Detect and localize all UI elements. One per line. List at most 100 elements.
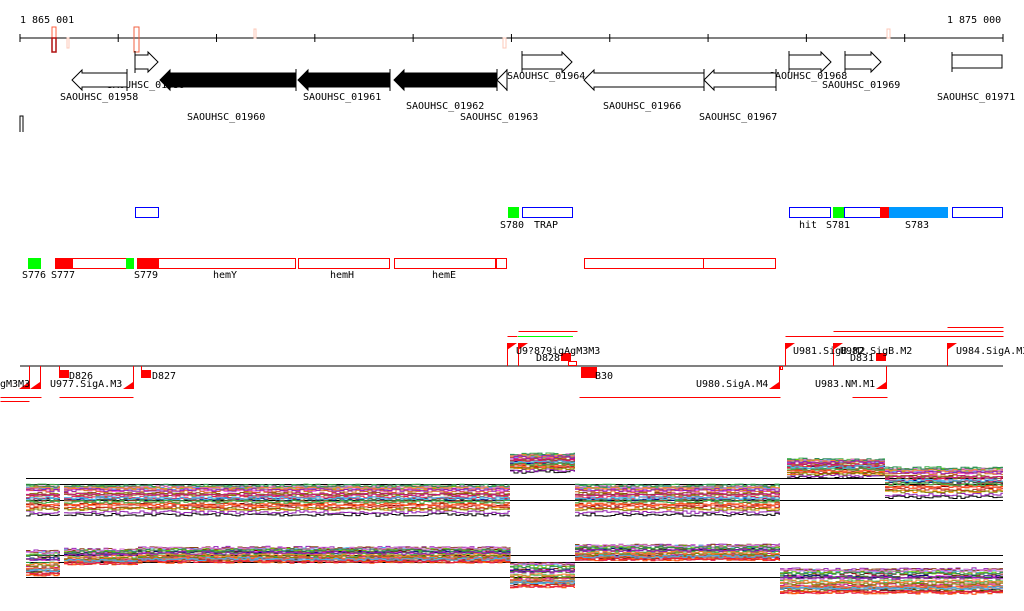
regulatory-label: U977.SigA.M3 — [50, 379, 122, 390]
reverse-arrow-icon[interactable] — [583, 68, 705, 92]
site-box[interactable] — [568, 361, 577, 366]
reverse-arrow-icon[interactable] — [703, 68, 777, 92]
gene-label: SAOUHSC_01958 — [60, 92, 138, 103]
regulatory-label: U983.NM.M1 — [815, 379, 875, 390]
feature-S779[interactable] — [137, 258, 159, 269]
regulatory-label: D827 — [152, 371, 176, 382]
expression-tracks — [26, 452, 1003, 595]
probe-marker[interactable] — [51, 26, 57, 39]
flag-icon[interactable] — [769, 382, 779, 389]
feature-box[interactable] — [496, 258, 507, 269]
feature-label: TRAP — [534, 220, 558, 231]
feature-box[interactable] — [703, 258, 776, 269]
feature-hemH[interactable] — [298, 258, 390, 269]
feature-box[interactable] — [844, 207, 881, 218]
expression-line — [575, 510, 780, 515]
gene-SAOUHSC_01959[interactable] — [134, 50, 159, 74]
probe-marker[interactable] — [502, 37, 507, 49]
block-D827[interactable] — [141, 370, 151, 378]
forward-arrow-icon[interactable] — [844, 50, 882, 74]
gene-label: SAOUHSC_01960 — [187, 112, 265, 123]
feature-box[interactable] — [126, 258, 134, 269]
regulatory-label: U984.SigA.M3 — [956, 346, 1024, 357]
gene-SAOUHSC_01964[interactable] — [521, 50, 573, 74]
feature-S776[interactable] — [28, 258, 41, 269]
probe-marker[interactable] — [886, 28, 891, 39]
feature-box[interactable] — [952, 207, 1003, 218]
genome-browser-view: 1 865 001 1 875 000 SAOUHSC_01958SAOUHSC… — [0, 15, 1024, 595]
regulatory-label: gM3M3 — [0, 379, 30, 390]
feature-S781[interactable] — [833, 207, 844, 218]
gene-label: SAOUHSC_01964 — [507, 71, 585, 82]
gene-SAOUHSC_01963[interactable] — [496, 68, 508, 92]
gene-SAOUHSC_01968[interactable] — [788, 50, 832, 74]
expression-line — [575, 512, 780, 517]
block-D826[interactable] — [59, 370, 69, 378]
probe-marker[interactable] — [51, 37, 57, 53]
flag-icon[interactable] — [123, 382, 133, 389]
probe-marker[interactable] — [66, 37, 70, 49]
feature-S780[interactable] — [508, 207, 519, 218]
expression-line — [26, 513, 60, 517]
reverse-arrow-icon[interactable] — [71, 68, 128, 92]
expression-track-2 — [26, 543, 1003, 595]
expression-line — [26, 510, 60, 514]
feature-label: S779 — [134, 270, 158, 281]
gene-label: SAOUHSC_01971 — [937, 92, 1015, 103]
bracket-marker — [19, 115, 24, 132]
regulatory-label: B30 — [595, 371, 613, 382]
gene-SAOUHSC_01971[interactable] — [951, 52, 1003, 72]
feature-label: hemE — [432, 270, 456, 281]
feature-box[interactable] — [135, 207, 159, 218]
gene-label: SAOUHSC_01963 — [460, 112, 538, 123]
reverse-arrow-icon[interactable] — [297, 68, 391, 92]
feature-box[interactable] — [55, 258, 73, 269]
regulatory-label: D831 — [850, 353, 874, 364]
feature-box[interactable] — [880, 207, 889, 218]
feature-TRAP[interactable] — [522, 207, 573, 218]
forward-arrow-icon[interactable] — [134, 50, 159, 74]
feature-label: S780 — [500, 220, 524, 231]
feature-hemE[interactable] — [394, 258, 496, 269]
feature-label: S776 — [22, 270, 46, 281]
gene-label: SAOUHSC_01969 — [822, 80, 900, 91]
forward-arrow-icon[interactable] — [521, 50, 573, 74]
gene-SAOUHSC_01966[interactable] — [583, 68, 705, 92]
gene-SAOUHSC_01967[interactable] — [703, 68, 777, 92]
feature-label: hemY — [213, 270, 237, 281]
gene-label: SAOUHSC_01962 — [406, 101, 484, 112]
regulatory-track: U9?879igAgM3M3D828U981.SigB.M2U982.SigB.… — [0, 327, 1024, 402]
feature-label: S777 — [51, 270, 75, 281]
feature-label: hit — [799, 220, 817, 231]
probe-marker[interactable] — [133, 26, 140, 53]
regulatory-label: U980.SigA.M4 — [696, 379, 768, 390]
reverse-arrow-icon[interactable] — [393, 68, 498, 92]
feature-box[interactable] — [584, 258, 704, 269]
probe-marker[interactable] — [253, 28, 257, 39]
gene-label: SAOUHSC_01966 — [603, 101, 681, 112]
gene-label: SAOUHSC_01967 — [699, 112, 777, 123]
feature-tracks: S780 TRAP hit S781 S783 S776 S777 S779 hemY hemH h… — [22, 207, 1003, 281]
gene-label: SAOUHSC_01961 — [303, 92, 381, 103]
gene-track: SAOUHSC_01958SAOUHSC_01959SAOUHSC_01960S… — [60, 50, 1015, 123]
flag-icon[interactable] — [30, 382, 40, 389]
expression-track-1 — [26, 452, 1003, 517]
feature-S783[interactable] — [889, 207, 948, 218]
axis-start-label: 1 865 001 — [20, 15, 74, 26]
gene-box[interactable] — [951, 54, 1003, 69]
flag-icon[interactable] — [876, 382, 886, 389]
reverse-arrow-icon[interactable] — [496, 68, 508, 92]
feature-hemY[interactable] — [137, 258, 296, 269]
reverse-arrow-icon[interactable] — [159, 68, 297, 92]
gene-SAOUHSC_01962[interactable] — [393, 68, 498, 92]
gene-SAOUHSC_01961[interactable] — [297, 68, 391, 92]
feature-label: S783 — [905, 220, 929, 231]
axis-end-label: 1 875 000 — [947, 15, 1001, 26]
regulatory-label: D828 — [536, 353, 560, 364]
site-box[interactable] — [780, 366, 783, 370]
gene-SAOUHSC_01969[interactable] — [844, 50, 882, 74]
feature-hit[interactable] — [789, 207, 831, 218]
forward-arrow-icon[interactable] — [788, 50, 832, 74]
feature-label: S781 — [826, 220, 850, 231]
feature-label: hemH — [330, 270, 354, 281]
